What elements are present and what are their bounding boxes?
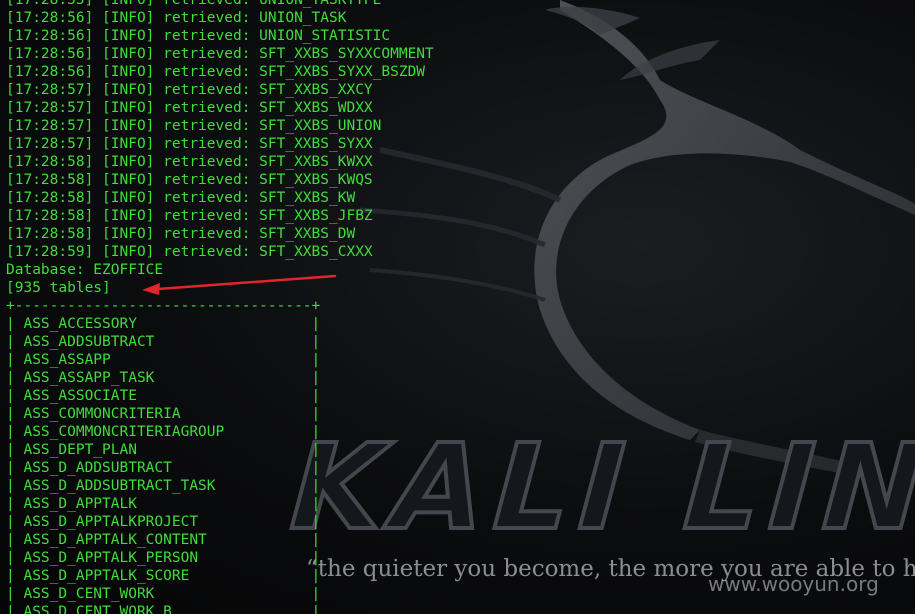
table-border: +----------------------------------+ [6, 298, 321, 314]
database-line: Database: EZOFFICE [6, 262, 164, 278]
table-row: | ASS_DEPT_PLAN | [6, 442, 321, 458]
log-line: [17:28:56] [INFO] retrieved: SFT_XXBS_SY… [6, 64, 426, 80]
log-line: [17:28:57] [INFO] retrieved: SFT_XXBS_SY… [6, 136, 373, 152]
table-row: | ASS_D_CENT_WORK_B | [6, 604, 321, 614]
table-count-line: [935 tables] [6, 280, 111, 296]
table-row: | ASS_ASSAPP_TASK | [6, 370, 321, 386]
log-line: [17:28:58] [INFO] retrieved: SFT_XXBS_KW [6, 190, 356, 206]
log-line: [17:28:58] [INFO] retrieved: SFT_XXBS_DW [6, 226, 356, 242]
log-line: [17:28:55] [INFO] retrieved: UNION_TASKT… [6, 0, 382, 8]
log-line: [17:28:58] [INFO] retrieved: SFT_XXBS_KW… [6, 172, 373, 188]
table-row: | ASS_D_APPTALK_PERSON | [6, 550, 321, 566]
table-row: | ASS_D_ADDSUBTRACT_TASK | [6, 478, 321, 494]
log-line: [17:28:56] [INFO] retrieved: UNION_STATI… [6, 28, 391, 44]
log-line: [17:28:58] [INFO] retrieved: SFT_XXBS_KW… [6, 154, 373, 170]
table-row: | ASS_ASSAPP | [6, 352, 321, 368]
table-row: | ASS_D_APPTALK | [6, 496, 321, 512]
terminal-window[interactable]: KALI LINUX “the quieter you become, the … [0, 0, 915, 614]
table-row: | ASS_D_APPTALK_SCORE | [6, 568, 321, 584]
log-line: [17:28:56] [INFO] retrieved: SFT_XXBS_SY… [6, 46, 434, 62]
table-row: | ASS_D_APPTALKPROJECT | [6, 514, 321, 530]
log-line: [17:28:59] [INFO] retrieved: SFT_XXBS_CX… [6, 244, 373, 260]
table-row: | ASS_ADDSUBTRACT | [6, 334, 321, 350]
table-row: | ASS_COMMONCRITERIA | [6, 406, 321, 422]
wooyun-watermark: www.wooyun.org [708, 572, 879, 596]
table-row: | ASS_D_ADDSUBTRACT | [6, 460, 321, 476]
log-line: [17:28:57] [INFO] retrieved: SFT_XXBS_XX… [6, 82, 373, 98]
terminal-output[interactable]: [17:28:55] [INFO] retrieved: UNION_TASKT… [6, 0, 434, 614]
log-line: [17:28:56] [INFO] retrieved: UNION_TASK [6, 10, 347, 26]
table-row: | ASS_D_CENT_WORK | [6, 586, 321, 602]
log-line: [17:28:57] [INFO] retrieved: SFT_XXBS_WD… [6, 100, 373, 116]
table-row: | ASS_D_APPTALK_CONTENT | [6, 532, 321, 548]
table-row: | ASS_ACCESSORY | [6, 316, 321, 332]
table-row: | ASS_COMMONCRITERIAGROUP | [6, 424, 321, 440]
log-line: [17:28:58] [INFO] retrieved: SFT_XXBS_JF… [6, 208, 373, 224]
table-row: | ASS_ASSOCIATE | [6, 388, 321, 404]
log-line: [17:28:57] [INFO] retrieved: SFT_XXBS_UN… [6, 118, 382, 134]
